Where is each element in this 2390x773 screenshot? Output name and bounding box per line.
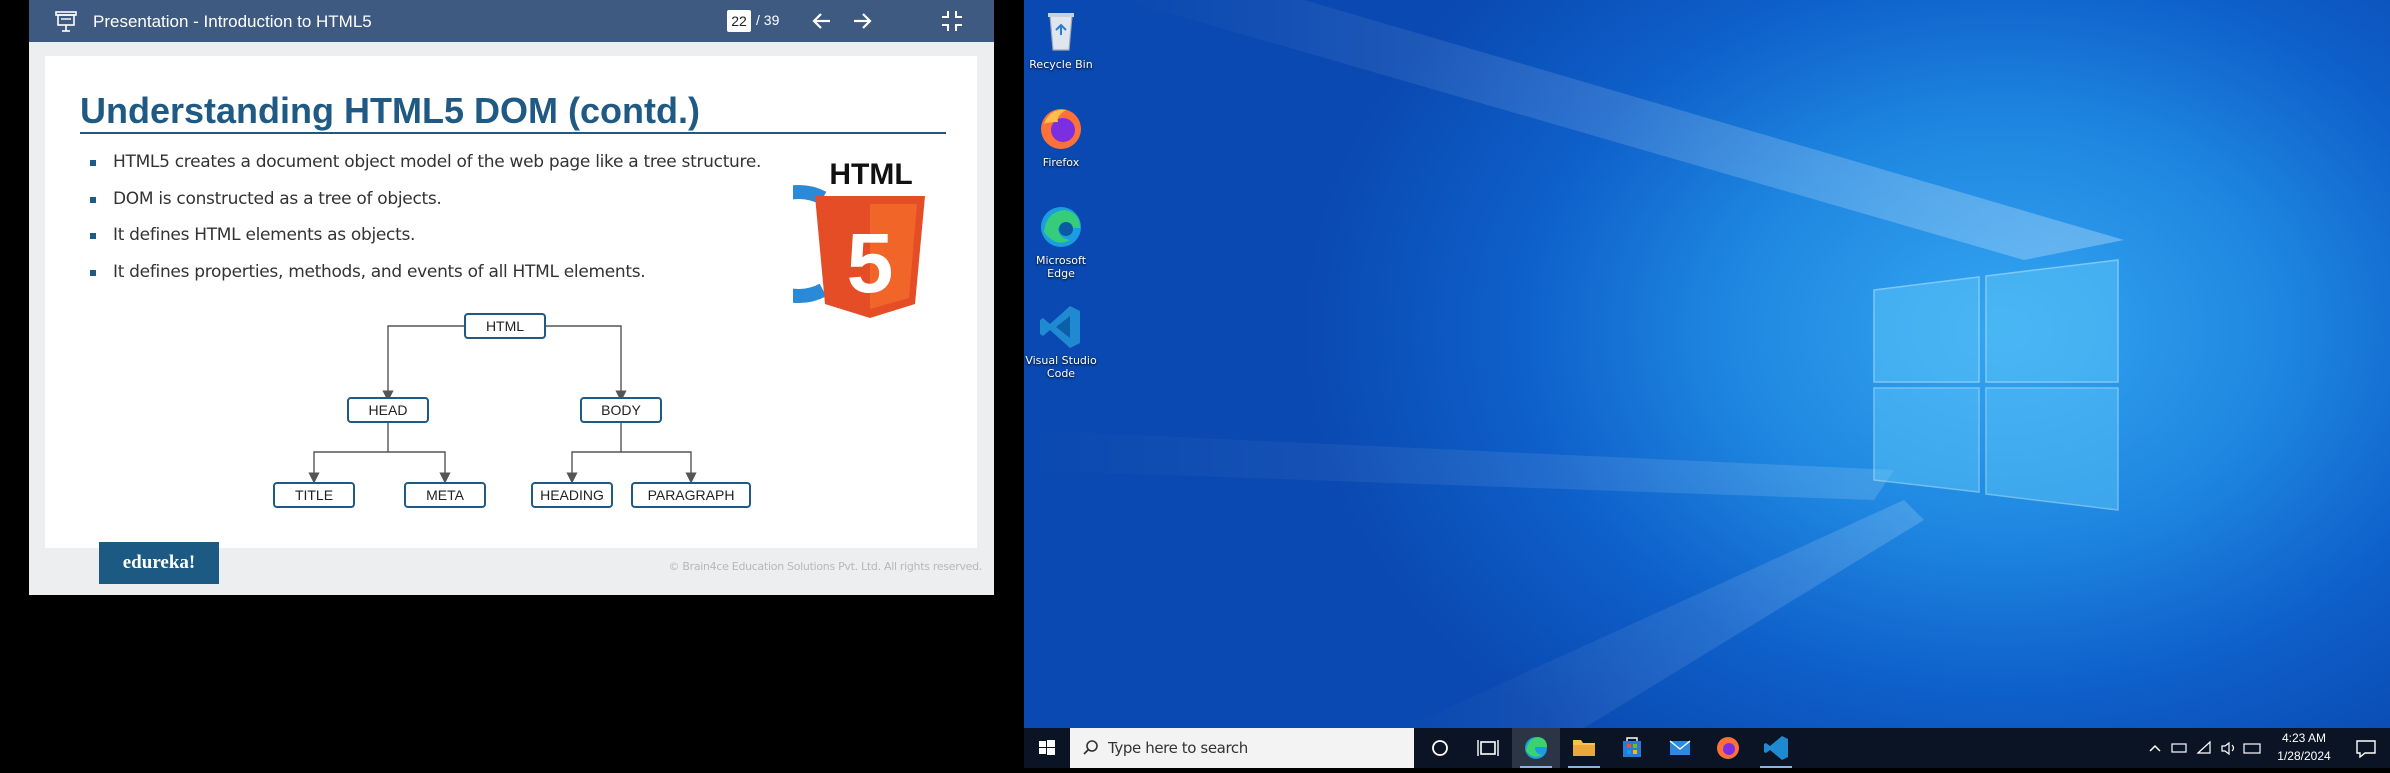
edureka-logo: edureka! <box>99 542 219 584</box>
taskbar-search-box[interactable]: Type here to search <box>1070 728 1414 768</box>
tree-node-body: BODY <box>580 397 662 423</box>
desktop-icon-vscode[interactable]: Visual Studio Code <box>1024 302 1098 380</box>
edge-icon <box>1041 207 1081 247</box>
clock-date[interactable]: 1/28/2024 <box>2260 749 2348 763</box>
chevron-up-icon <box>2149 744 2161 752</box>
taskbar-file-explorer-button[interactable] <box>1560 728 1608 768</box>
taskbar-edge-button[interactable] <box>1512 728 1560 768</box>
tree-edge <box>566 422 622 484</box>
desktop: Recycle Bin Firefox Microsoft Edge Visua… <box>1024 0 2390 728</box>
firefox-icon[interactable] <box>1704 728 1752 768</box>
tree-node-meta: META <box>404 482 486 508</box>
clock-time[interactable]: 4:23 AM <box>2260 731 2348 745</box>
svg-text:TITLE: TITLE <box>295 487 333 503</box>
slide: Understanding HTML5 DOM (contd.) HTML5 c… <box>45 56 977 548</box>
tree-node-head: HEAD <box>347 397 429 423</box>
tree-edge <box>382 325 464 402</box>
tree-edge <box>388 451 451 484</box>
presentation-viewer: Presentation - Introduction to HTML5 22 … <box>29 0 994 595</box>
taskbar: Type here to search <box>1024 728 2390 768</box>
windows-start-icon[interactable] <box>1024 728 1070 768</box>
tree-node-heading: HEADING <box>531 482 613 508</box>
next-slide-arrow-icon[interactable] <box>849 8 875 34</box>
task-view-icon[interactable] <box>1464 728 1512 768</box>
viewer-toolbar: Presentation - Introduction to HTML5 22 … <box>29 0 994 42</box>
svg-text:5: 5 <box>847 216 894 310</box>
desktop-icon-label: Recycle Bin <box>1029 58 1093 71</box>
presentation-icon <box>55 11 77 32</box>
vscode-icon <box>1040 306 1080 348</box>
tree-edge <box>308 422 389 484</box>
search-icon <box>1083 740 1098 755</box>
volume-icon <box>2221 741 2235 756</box>
tree-node-html: HTML <box>464 313 546 339</box>
tree-node-paragraph: PARAGRAPH <box>631 482 751 508</box>
tree-edge <box>545 325 627 402</box>
current-page-input[interactable]: 22 <box>727 10 751 32</box>
desktop-icon-recycle-bin[interactable]: Recycle Bin <box>1024 6 1098 71</box>
desktop-icon-label: Visual Studio Code <box>1025 354 1097 380</box>
svg-text:BODY: BODY <box>601 402 641 418</box>
keyboard-icon <box>2243 743 2261 754</box>
presentation-title: Presentation - Introduction to HTML5 <box>93 12 372 31</box>
system-tray-icons[interactable] <box>2144 738 2264 758</box>
notifications-icon[interactable] <box>2354 738 2378 758</box>
battery-icon <box>2171 743 2187 753</box>
taskbar-vscode-button[interactable] <box>1752 728 1800 768</box>
vscode-icon <box>1764 736 1788 760</box>
desktop-icon-label: Firefox <box>1042 156 1080 169</box>
html5-logo: HTML 5 <box>793 158 925 318</box>
desktop-icon-edge[interactable]: Microsoft Edge <box>1024 202 1098 280</box>
tree-node-title: TITLE <box>273 482 355 508</box>
firefox-icon <box>1041 109 1081 149</box>
svg-text:HTML: HTML <box>486 318 524 334</box>
tree-edge <box>621 451 697 484</box>
desktop-icon-firefox[interactable]: Firefox <box>1024 104 1098 169</box>
exit-fullscreen-icon[interactable] <box>939 8 965 34</box>
copyright-text: © Brain4ce Education Solutions Pvt. Ltd.… <box>668 560 982 573</box>
wallpaper-light-beams <box>1024 0 2124 728</box>
total-pages: / 39 <box>756 12 780 28</box>
svg-text:HEADING: HEADING <box>540 487 604 503</box>
search-placeholder: Type here to search <box>1108 739 1248 757</box>
desktop-icon-label: Microsoft Edge <box>1035 254 1087 280</box>
cortana-icon[interactable] <box>1416 728 1464 768</box>
svg-text:META: META <box>426 487 465 503</box>
edge-icon <box>1525 737 1547 759</box>
folder-icon <box>1573 740 1595 756</box>
mail-icon[interactable] <box>1656 728 1704 768</box>
microsoft-store-icon[interactable] <box>1608 728 1656 768</box>
svg-text:PARAGRAPH: PARAGRAPH <box>648 487 735 503</box>
svg-text:HTML: HTML <box>829 158 912 191</box>
wifi-icon <box>2196 740 2211 754</box>
svg-text:HEAD: HEAD <box>369 402 408 418</box>
recycle-bin-icon <box>1048 13 1074 51</box>
previous-slide-arrow-icon[interactable] <box>809 8 835 34</box>
